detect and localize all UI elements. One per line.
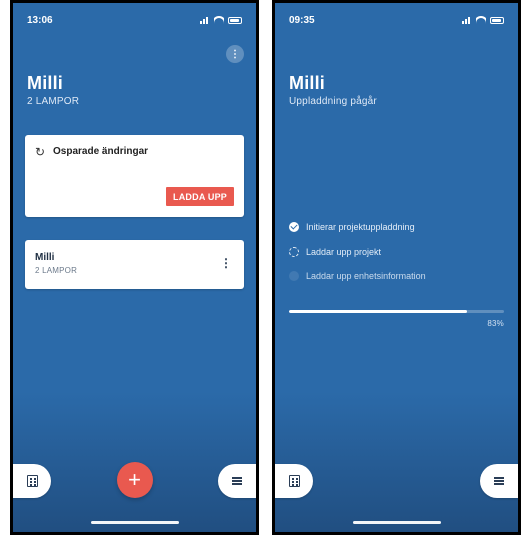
left-phone-screen: 13:06 ⋮ Milli 2 LAMPOR ↻ Osparade ändrin… (10, 0, 259, 535)
upload-step-1: Initierar projektuppladdning (289, 222, 415, 232)
right-status-bar: 09:35 (289, 11, 504, 29)
left-status-time: 13:06 (27, 14, 53, 26)
menu-button[interactable] (218, 464, 256, 498)
project-lamp-count: 2 LAMPOR (35, 266, 78, 275)
sync-icon: ↻ (35, 145, 46, 159)
page-subtitle: 2 LAMPOR (27, 96, 80, 107)
home-indicator (352, 521, 441, 524)
upload-step-2-label: Laddar upp projekt (306, 247, 382, 257)
right-phone-screen: 09:35 Milli Uppladdning pågår Initierar … (272, 0, 521, 535)
unsaved-changes-title: Osparade ändringar (53, 146, 149, 157)
right-status-icons (462, 16, 504, 24)
left-status-icons (200, 16, 242, 24)
menu-icon (494, 477, 504, 485)
left-bottom-nav: + (13, 458, 256, 498)
more-vertical-icon: ⋮ (230, 48, 240, 60)
menu-button[interactable] (480, 464, 518, 498)
project-name: Milli (35, 252, 55, 263)
upload-step-2: Laddar upp projekt (289, 247, 381, 257)
upload-progress-bar (289, 310, 504, 313)
upload-progress-fill (289, 310, 468, 313)
top-more-button[interactable]: ⋮ (226, 45, 244, 63)
pending-icon (289, 271, 299, 281)
wifi-icon (214, 16, 224, 24)
check-icon (289, 222, 299, 232)
right-bottom-nav (275, 458, 518, 498)
unsaved-changes-card: ↻ Osparade ändringar LADDA UPP (25, 135, 244, 217)
more-vertical-icon: ⋮ (220, 256, 232, 270)
right-status-time: 09:35 (289, 14, 315, 26)
upload-progress-label: 83% (487, 319, 504, 328)
plus-icon: + (128, 466, 141, 492)
page-subtitle: Uppladdning pågår (289, 96, 377, 107)
battery-icon (490, 16, 504, 24)
buildings-button[interactable] (13, 464, 51, 498)
wifi-icon (476, 16, 486, 24)
page-title: Milli (289, 73, 325, 93)
signal-icon (462, 16, 472, 24)
upload-step-1-label: Initierar projektuppladdning (306, 222, 415, 232)
building-icon (26, 475, 38, 487)
left-status-bar: 13:06 (27, 11, 242, 29)
page-title: Milli (27, 73, 63, 93)
upload-button[interactable]: LADDA UPP (166, 187, 234, 206)
menu-icon (232, 477, 242, 485)
add-button[interactable]: + (116, 462, 153, 498)
project-more-button[interactable]: ⋮ (220, 255, 232, 271)
buildings-button[interactable] (275, 464, 313, 498)
project-card[interactable]: Milli 2 LAMPOR ⋮ (25, 240, 244, 289)
spinner-icon (289, 247, 299, 257)
home-indicator (90, 521, 179, 524)
building-icon (288, 475, 300, 487)
upload-step-3-label: Laddar upp enhetsinformation (306, 271, 426, 281)
battery-icon (228, 16, 242, 24)
signal-icon (200, 16, 210, 24)
upload-step-3: Laddar upp enhetsinformation (289, 271, 426, 281)
